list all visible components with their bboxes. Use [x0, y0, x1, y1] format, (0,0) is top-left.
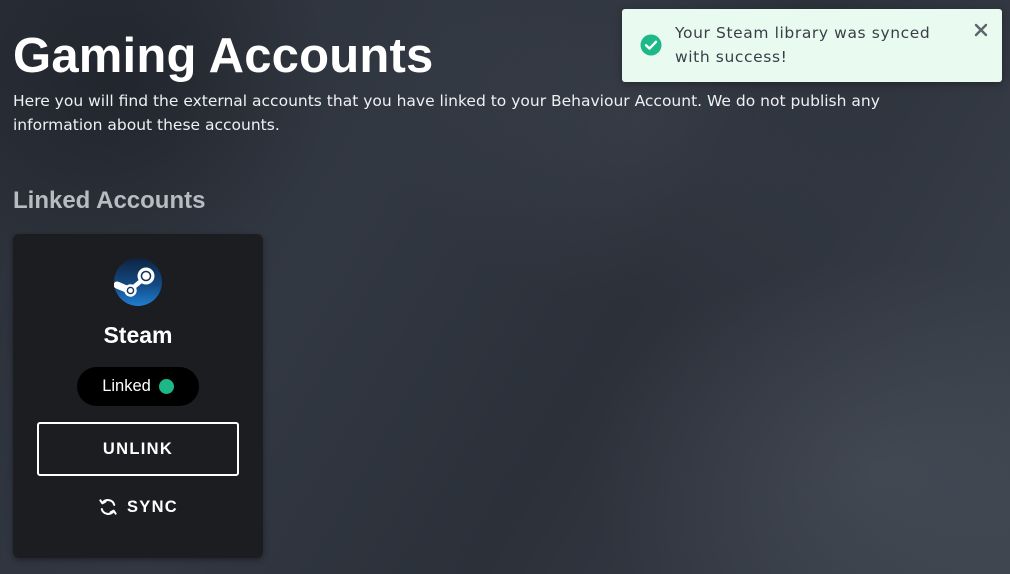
status-badge: Linked: [77, 367, 199, 406]
success-toast: Your Steam library was synced with succe…: [622, 9, 1002, 82]
sync-label: SYNC: [126, 497, 179, 516]
linked-accounts-heading: Linked Accounts: [13, 187, 206, 214]
account-name: Steam: [103, 322, 173, 348]
check-circle-icon: [640, 34, 662, 56]
unlink-button[interactable]: UNLINK: [37, 422, 239, 476]
steam-account-card: Steam Linked UNLINK SYNC: [13, 234, 263, 558]
steam-logo-icon: [114, 258, 162, 306]
sync-button[interactable]: SYNC: [73, 492, 203, 522]
page-description: Here you will find the external accounts…: [13, 92, 880, 134]
close-icon[interactable]: [973, 22, 989, 38]
sync-icon: [99, 499, 117, 515]
page-title: Gaming Accounts: [13, 29, 434, 83]
status-indicator-dot: [158, 379, 174, 394]
status-label: Linked: [102, 377, 151, 395]
toast-message: Your Steam library was synced with succe…: [675, 24, 931, 66]
